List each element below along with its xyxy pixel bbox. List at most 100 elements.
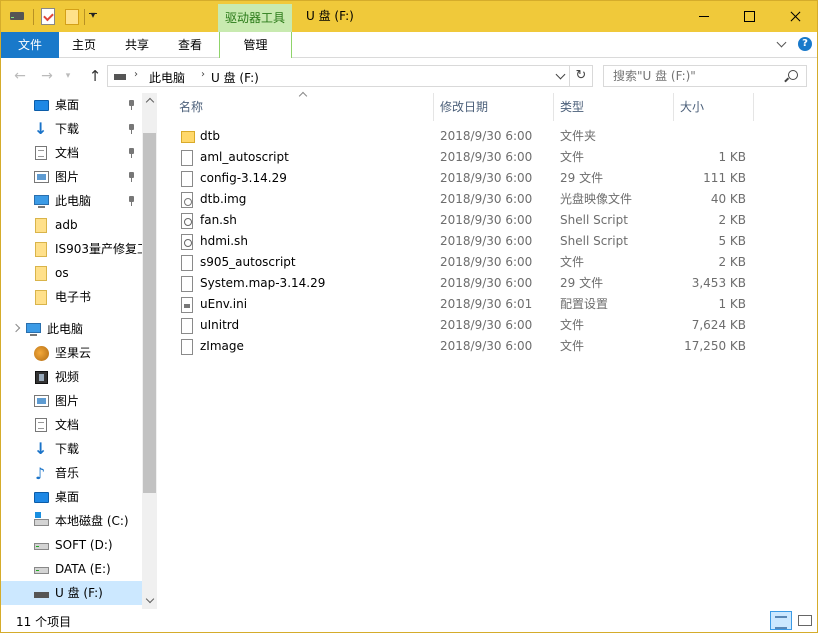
nav-item-label: 音乐 (55, 466, 80, 480)
nav-item-adb[interactable]: adb (1, 213, 142, 237)
column-divider[interactable] (553, 93, 554, 121)
column-header-size[interactable]: 大小 (680, 93, 704, 121)
nav-item-downloads[interactable]: 下载 (1, 117, 142, 141)
maximize-button[interactable] (726, 1, 771, 32)
file-row[interactable]: config-3.14.29 2018/9/30 6:00 29 文件 111 … (171, 168, 769, 189)
drive-icon (34, 567, 49, 574)
search-box[interactable] (603, 65, 807, 87)
nav-item-drive-d[interactable]: SOFT (D:) (1, 533, 142, 557)
scroll-up-icon[interactable] (145, 96, 154, 104)
breadcrumb-separator[interactable]: › (201, 69, 205, 80)
nav-item-this-pc[interactable]: 此电脑 (1, 317, 142, 341)
recent-locations-button[interactable]: ▾ (63, 68, 73, 84)
chevron-down-icon[interactable] (11, 323, 21, 333)
nav-item-documents-pc[interactable]: 文档 (1, 413, 142, 437)
chevron-down-icon[interactable] (555, 69, 567, 83)
nav-item-this-pc-pinned[interactable]: 此电脑 (1, 189, 142, 213)
nav-item-pictures-pc[interactable]: 图片 (1, 389, 142, 413)
nav-item-ebooks[interactable]: 电子书 (1, 285, 142, 309)
column-header-name[interactable]: 名称 (179, 93, 203, 121)
nav-item-label: 视频 (55, 370, 80, 384)
file-type: Shell Script (560, 213, 628, 227)
column-divider[interactable] (753, 93, 754, 121)
tab-file[interactable]: 文件 (1, 32, 59, 58)
nav-item-pictures[interactable]: 图片 (1, 165, 142, 189)
scroll-down-icon[interactable] (145, 596, 154, 604)
nav-item-label: 电子书 (55, 290, 92, 304)
pin-icon[interactable] (127, 124, 136, 134)
pin-icon[interactable] (127, 172, 136, 182)
file-date: 2018/9/30 6:00 (440, 339, 533, 353)
file-row[interactable]: aml_autoscript 2018/9/30 6:00 文件 1 KB (171, 147, 769, 168)
tab-share[interactable]: 共享 (113, 32, 161, 58)
file-icon (181, 339, 193, 355)
file-row[interactable]: uInitrd 2018/9/30 6:00 文件 7,624 KB (171, 315, 769, 336)
breadcrumb-usb-drive[interactable]: U 盘 (F:) (211, 69, 259, 86)
file-row[interactable]: dtb 2018/9/30 6:00 文件夹 (171, 126, 769, 147)
search-input[interactable] (613, 69, 783, 83)
folder-icon (35, 266, 47, 281)
tab-view[interactable]: 查看 (167, 32, 213, 58)
help-icon[interactable]: ? (798, 37, 812, 51)
back-button[interactable]: ← (12, 68, 28, 84)
file-date: 2018/9/30 6:00 (440, 276, 533, 290)
documents-icon (35, 146, 47, 160)
column-header-type[interactable]: 类型 (560, 93, 584, 121)
minimize-button[interactable] (681, 1, 726, 32)
details-view-icon[interactable] (770, 611, 792, 630)
file-row[interactable]: hdmi.sh 2018/9/30 6:00 Shell Script 5 KB (171, 231, 769, 252)
forward-button[interactable]: → (39, 68, 55, 84)
file-row[interactable]: s905_autoscript 2018/9/30 6:00 文件 2 KB (171, 252, 769, 273)
file-type: 文件 (560, 150, 585, 164)
this-pc-icon (34, 195, 49, 208)
file-icon (181, 255, 193, 271)
pin-icon[interactable] (127, 148, 136, 158)
nav-item-drive-f[interactable]: U 盘 (F:) (1, 581, 142, 605)
nav-item-label: 本地磁盘 (C:) (55, 514, 129, 528)
file-row[interactable]: uEnv.ini 2018/9/30 6:01 配置设置 1 KB (171, 294, 769, 315)
search-icon[interactable] (788, 70, 798, 80)
nav-scrollbar[interactable] (142, 93, 157, 609)
pin-icon[interactable] (127, 196, 136, 206)
nav-item-os[interactable]: os (1, 261, 142, 285)
breadcrumb-separator[interactable]: › (134, 69, 138, 80)
nav-item-documents[interactable]: 文档 (1, 141, 142, 165)
nav-item-desktop[interactable]: 桌面 (1, 93, 142, 117)
nav-item-desktop-pc[interactable]: 桌面 (1, 485, 142, 509)
nav-item-is903[interactable]: IS903量产修复工 (1, 237, 142, 261)
pin-icon[interactable] (127, 100, 136, 110)
nav-item-videos[interactable]: 视频 (1, 365, 142, 389)
address-bar[interactable]: › 此电脑 › U 盘 (F:) (107, 65, 570, 87)
column-header-date[interactable]: 修改日期 (440, 93, 488, 121)
tab-manage[interactable]: 管理 (219, 32, 292, 58)
nav-item-label: U 盘 (F:) (55, 586, 103, 600)
nav-item-music[interactable]: 音乐 (1, 461, 142, 485)
nav-item-downloads-pc[interactable]: 下载 (1, 437, 142, 461)
scrollbar-thumb[interactable] (143, 133, 156, 493)
nav-item-nutstore[interactable]: 坚果云 (1, 341, 142, 365)
file-name: hdmi.sh (200, 234, 248, 248)
large-icons-view-icon[interactable] (795, 611, 815, 630)
file-row[interactable]: fan.sh 2018/9/30 6:00 Shell Script 2 KB (171, 210, 769, 231)
expand-ribbon-icon[interactable] (776, 38, 788, 50)
nav-item-label: 下载 (55, 122, 80, 136)
column-divider[interactable] (433, 93, 434, 121)
new-folder-icon[interactable] (65, 9, 79, 25)
close-button[interactable] (772, 1, 817, 32)
refresh-button[interactable]: ↻ (570, 65, 593, 87)
file-row[interactable]: dtb.img 2018/9/30 6:00 光盘映像文件 40 KB (171, 189, 769, 210)
nav-item-drive-c[interactable]: 本地磁盘 (C:) (1, 509, 142, 533)
nav-item-label: 下载 (55, 442, 80, 456)
customize-toolbar-icon[interactable]: ▾ (87, 7, 99, 23)
nav-item-drive-e[interactable]: DATA (E:) (1, 557, 142, 581)
nav-item-label: adb (55, 218, 78, 232)
tab-home[interactable]: 主页 (59, 32, 109, 58)
up-button[interactable]: ↑ (87, 68, 103, 84)
column-headers: 名称 修改日期 类型 大小 (159, 93, 817, 121)
properties-icon[interactable] (41, 8, 55, 25)
file-row[interactable]: zImage 2018/9/30 6:00 文件 17,250 KB (171, 336, 769, 357)
column-divider[interactable] (673, 93, 674, 121)
file-date: 2018/9/30 6:00 (440, 213, 533, 227)
breadcrumb-this-pc[interactable]: 此电脑 (149, 69, 185, 86)
file-row[interactable]: System.map-3.14.29 2018/9/30 6:00 29 文件 … (171, 273, 769, 294)
